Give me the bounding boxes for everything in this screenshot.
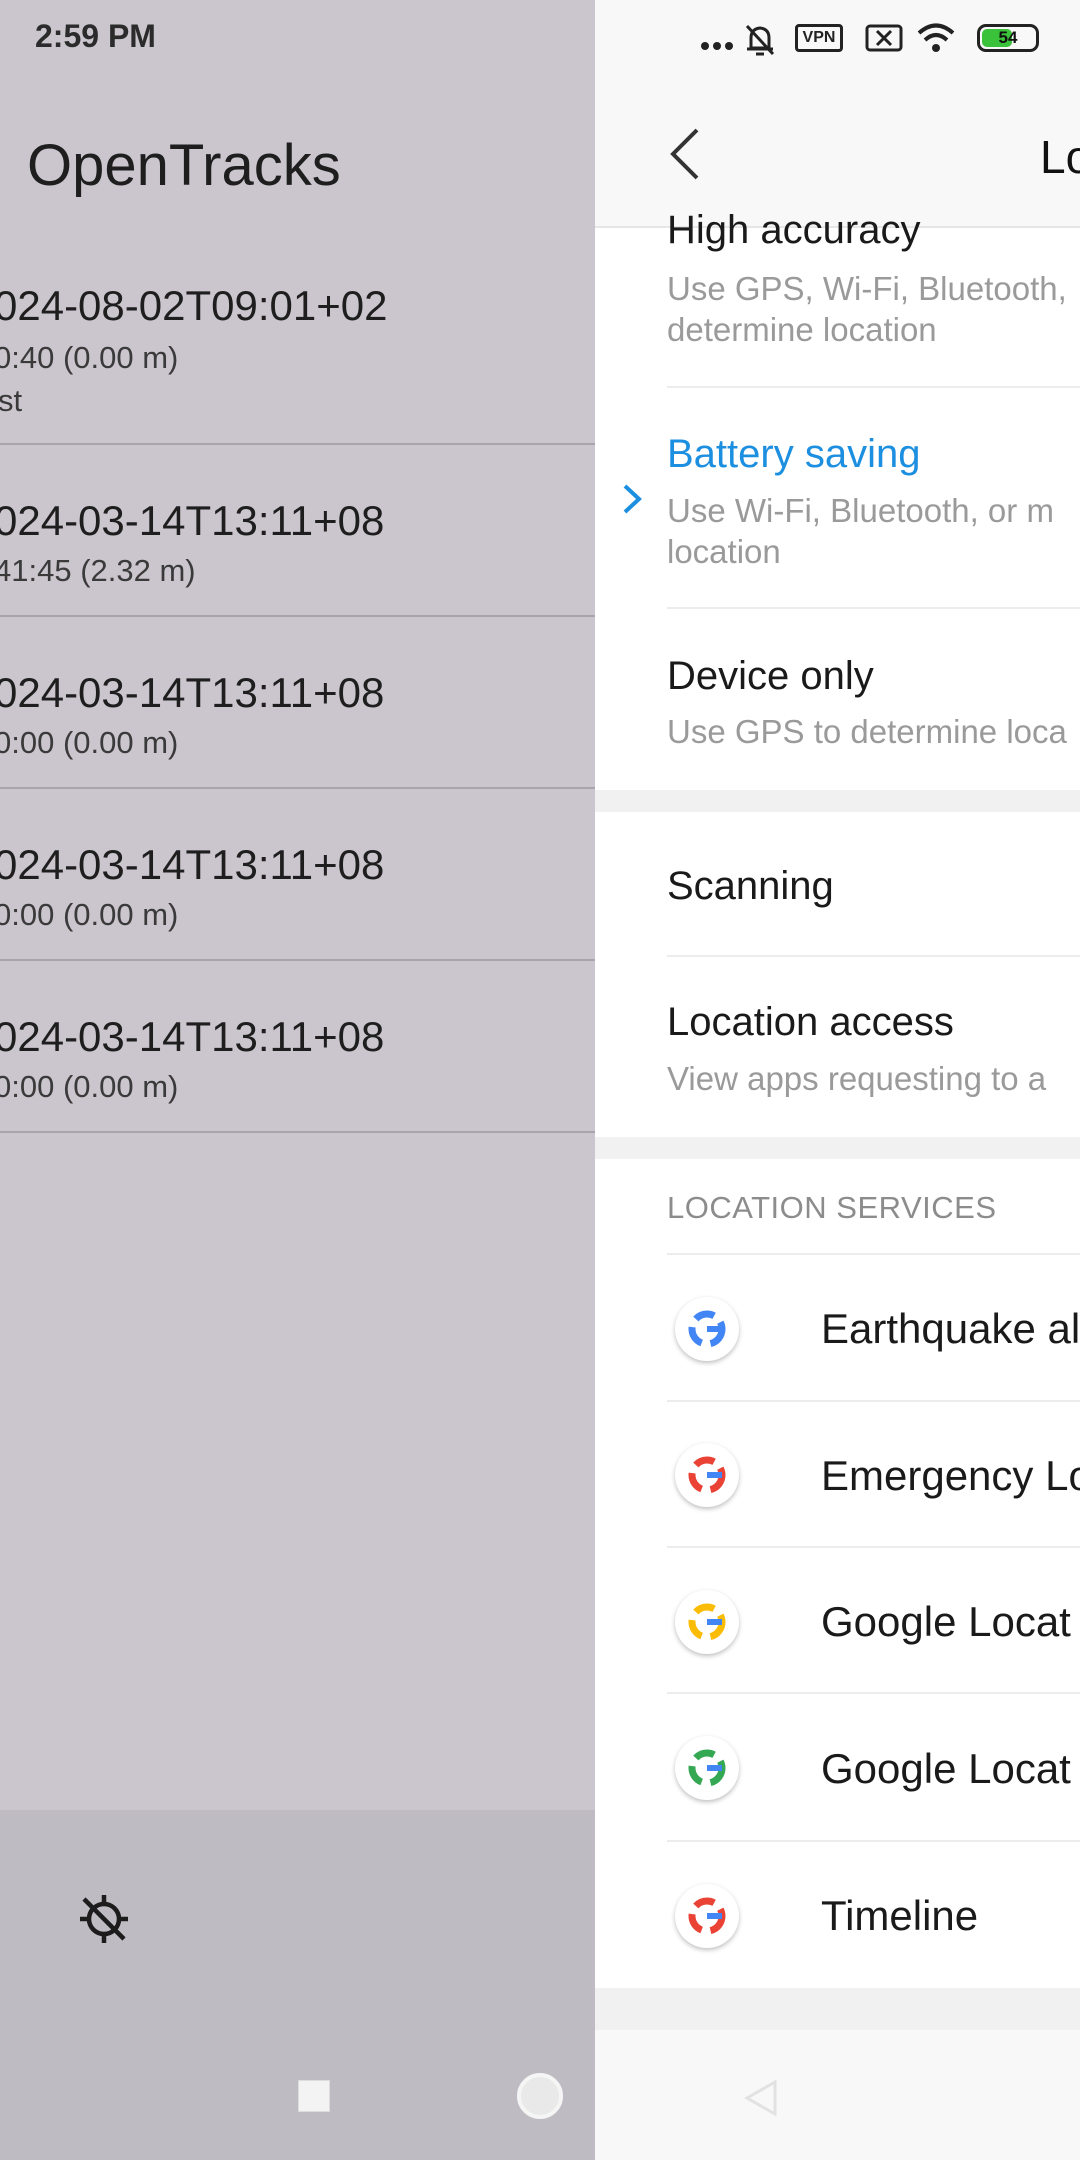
nav-back-icon[interactable] [743,2078,779,2118]
mode-desc-device-only: Use GPS to determine loca [667,713,1067,750]
section-gap [595,790,1080,812]
track-item[interactable]: 024-03-14T13:11+08 0:00 (0.00 m) [0,617,595,789]
track-name: 024-03-14T13:11+08 [0,841,385,888]
mode-title-battery-saving[interactable]: Battery saving [667,432,920,477]
track-stats: 41:45 (2.32 m) [0,553,196,588]
section-gap [595,1988,1080,2030]
google-icon [675,1736,739,1800]
status-time: 2:59 PM [35,18,156,54]
recents-button[interactable] [298,2080,330,2112]
service-label: Emergency Lo [821,1452,1080,1499]
opentracks-panel: 2:59 PM OpenTracks 024-08-02T09:01+02 0:… [0,0,595,2160]
service-label: Earthquake al [821,1305,1080,1352]
divider [667,386,1080,388]
divider [667,1253,1080,1255]
page-title: Lo [1040,131,1080,183]
mode-desc-battery-saving-2: location [667,533,781,570]
mode-title-device-only[interactable]: Device only [667,654,874,699]
header: VPN 54 Lo [595,0,1080,228]
wifi-icon [917,23,955,52]
location-services-header: LOCATION SERVICES [667,1190,997,1225]
mode-desc-high-accuracy-2: determine location [667,311,937,348]
divider [667,1546,1080,1548]
battery-level: 54 [998,28,1018,47]
scanning-item[interactable]: Scanning [667,864,834,909]
location-access-desc: View apps requesting to a [667,1060,1047,1097]
navigation-bar [595,2030,1080,2160]
track-stats: 0:00 (0.00 m) [0,1069,179,1104]
battery-icon: 54 [977,24,1039,52]
more-icon [701,42,733,50]
track-name: 024-03-14T13:11+08 [0,1013,385,1060]
divider [667,1400,1080,1402]
google-icon [675,1590,739,1654]
no-sim-icon [865,24,903,52]
location-settings-panel: VPN 54 Lo High accuracy Use GPS, Wi-Fi, … [595,0,1080,2160]
service-label: Google Locat [821,1745,1071,1792]
track-item[interactable]: 024-03-14T13:11+08 41:45 (2.32 m) [0,445,595,617]
mute-bell-icon [745,24,775,56]
track-category: st [0,383,23,418]
mode-desc-high-accuracy: Use GPS, Wi-Fi, Bluetooth, [667,270,1067,307]
track-item[interactable]: 024-08-02T09:01+02 0:40 (0.00 m) st [0,250,595,445]
google-icon [675,1443,739,1507]
divider [667,955,1080,957]
gps-off-icon[interactable] [78,1893,130,1945]
track-name: 024-03-14T13:11+08 [0,497,385,544]
back-arrow-icon[interactable] [667,126,703,182]
track-name: 024-03-14T13:11+08 [0,669,385,716]
mode-desc-battery-saving: Use Wi-Fi, Bluetooth, or m [667,492,1054,529]
track-stats: 0:40 (0.00 m) [0,340,179,375]
mode-title-high-accuracy[interactable]: High accuracy [667,208,920,253]
track-name: 024-08-02T09:01+02 [0,282,388,329]
service-label: Timeline [821,1892,979,1939]
home-button[interactable] [517,2073,563,2119]
divider [667,1840,1080,1842]
vpn-badge: VPN [795,24,843,52]
divider [667,1692,1080,1694]
location-access-title[interactable]: Location access [667,1000,954,1045]
app-title: OpenTracks [27,133,341,198]
track-stats: 0:00 (0.00 m) [0,897,179,932]
google-icon [675,1297,739,1361]
track-stats: 0:00 (0.00 m) [0,725,179,760]
track-item[interactable]: 024-03-14T13:11+08 0:00 (0.00 m) [0,789,595,961]
track-item[interactable]: 024-03-14T13:11+08 0:00 (0.00 m) [0,961,595,1133]
section-gap [595,1137,1080,1159]
selected-chevron-icon [623,484,642,514]
google-icon [675,1884,739,1948]
service-label: Google Locat [821,1598,1071,1645]
divider [667,607,1080,609]
